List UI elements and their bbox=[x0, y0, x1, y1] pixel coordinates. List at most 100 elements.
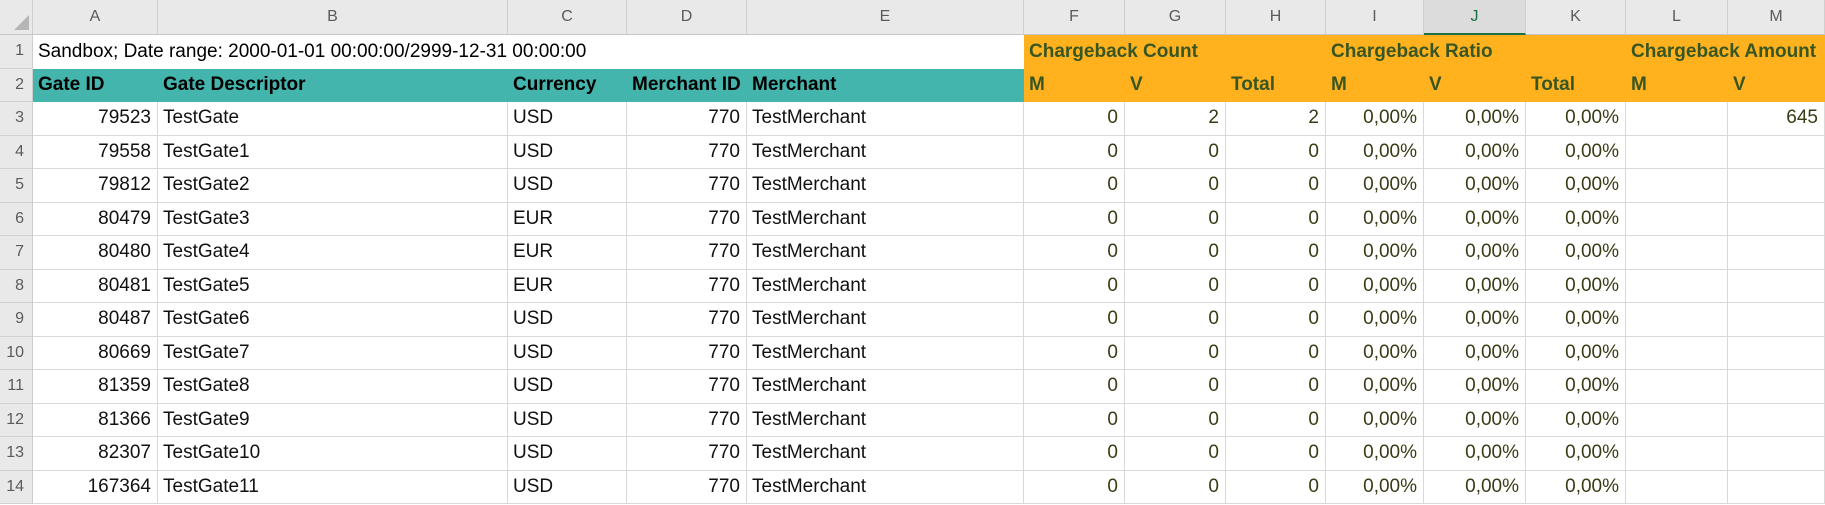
cell[interactable]: 0,00% bbox=[1424, 437, 1526, 471]
cell[interactable]: TestMerchant bbox=[747, 136, 1024, 170]
column-header-c[interactable]: C bbox=[508, 0, 627, 35]
row-number[interactable]: 6 bbox=[0, 203, 33, 237]
cell[interactable]: 0,00% bbox=[1526, 370, 1626, 404]
column-header-g[interactable]: G bbox=[1125, 0, 1226, 35]
cell[interactable]: 0,00% bbox=[1424, 404, 1526, 438]
cell[interactable]: 0 bbox=[1226, 169, 1326, 203]
cell[interactable]: 0 bbox=[1125, 404, 1226, 438]
cell[interactable]: 770 bbox=[627, 404, 747, 438]
cell[interactable]: EUR bbox=[508, 203, 627, 237]
sub-header-v[interactable]: V bbox=[1424, 69, 1526, 103]
column-header-gate-id[interactable]: Gate ID bbox=[33, 69, 158, 103]
column-header-currency[interactable]: Currency bbox=[508, 69, 627, 103]
cell[interactable]: 0 bbox=[1024, 370, 1125, 404]
cell[interactable]: 0,00% bbox=[1526, 136, 1626, 170]
cell[interactable]: 82307 bbox=[33, 437, 158, 471]
column-header-e[interactable]: E bbox=[747, 0, 1024, 35]
row-number[interactable]: 2 bbox=[0, 69, 33, 103]
cell[interactable]: 0 bbox=[1125, 270, 1226, 304]
cell[interactable] bbox=[1728, 203, 1825, 237]
cell[interactable] bbox=[1728, 404, 1825, 438]
cell[interactable]: 0,00% bbox=[1424, 102, 1526, 136]
cell[interactable] bbox=[1626, 203, 1728, 237]
cell[interactable]: 0 bbox=[1125, 236, 1226, 270]
cell[interactable]: 0 bbox=[1125, 136, 1226, 170]
cell[interactable]: TestMerchant bbox=[747, 270, 1024, 304]
cell[interactable]: 79523 bbox=[33, 102, 158, 136]
cell[interactable]: 0 bbox=[1024, 102, 1125, 136]
row-number[interactable]: 14 bbox=[0, 471, 33, 505]
cell[interactable]: TestMerchant bbox=[747, 169, 1024, 203]
cell[interactable] bbox=[1728, 471, 1825, 505]
cell[interactable]: 0 bbox=[1226, 404, 1326, 438]
cell[interactable]: 0 bbox=[1125, 303, 1226, 337]
cell[interactable]: 0,00% bbox=[1326, 236, 1424, 270]
column-header-d[interactable]: D bbox=[627, 0, 747, 35]
sub-header-total[interactable]: Total bbox=[1526, 69, 1626, 103]
cell[interactable]: EUR bbox=[508, 270, 627, 304]
cell[interactable]: 0 bbox=[1226, 303, 1326, 337]
cell[interactable]: 81366 bbox=[33, 404, 158, 438]
cell[interactable]: TestGate11 bbox=[158, 471, 508, 505]
cell[interactable] bbox=[1626, 471, 1728, 505]
cell[interactable] bbox=[1626, 236, 1728, 270]
cell[interactable] bbox=[1728, 169, 1825, 203]
cell[interactable]: 2 bbox=[1226, 102, 1326, 136]
column-header-f[interactable]: F bbox=[1024, 0, 1125, 35]
cell[interactable]: USD bbox=[508, 136, 627, 170]
cell[interactable]: 0,00% bbox=[1424, 236, 1526, 270]
row-number[interactable]: 3 bbox=[0, 102, 33, 136]
cell[interactable]: 0,00% bbox=[1526, 203, 1626, 237]
group-header-chargeback-count[interactable]: Chargeback Count bbox=[1024, 35, 1326, 69]
cell[interactable]: 0,00% bbox=[1526, 270, 1626, 304]
cell[interactable]: 0 bbox=[1125, 437, 1226, 471]
cell[interactable]: TestGate8 bbox=[158, 370, 508, 404]
cell[interactable]: 0,00% bbox=[1424, 471, 1526, 505]
column-header-b[interactable]: B bbox=[158, 0, 508, 35]
cell[interactable]: 0,00% bbox=[1326, 203, 1424, 237]
cell[interactable]: 0 bbox=[1226, 337, 1326, 371]
cell[interactable] bbox=[1626, 337, 1728, 371]
cell[interactable]: USD bbox=[508, 437, 627, 471]
cell[interactable]: TestMerchant bbox=[747, 203, 1024, 237]
cell[interactable]: 770 bbox=[627, 169, 747, 203]
row-number[interactable]: 13 bbox=[0, 437, 33, 471]
cell[interactable]: 0,00% bbox=[1526, 169, 1626, 203]
cell[interactable]: 0,00% bbox=[1326, 370, 1424, 404]
cell[interactable]: 0,00% bbox=[1526, 303, 1626, 337]
row-number[interactable]: 4 bbox=[0, 136, 33, 170]
cell[interactable]: USD bbox=[508, 337, 627, 371]
cell[interactable]: 0,00% bbox=[1526, 236, 1626, 270]
cell[interactable]: 0,00% bbox=[1526, 337, 1626, 371]
banner-cell[interactable]: Sandbox; Date range: 2000-01-01 00:00:00… bbox=[33, 35, 1024, 69]
column-header-i[interactable]: I bbox=[1326, 0, 1424, 35]
column-header-a[interactable]: A bbox=[33, 0, 158, 35]
cell[interactable]: 770 bbox=[627, 471, 747, 505]
cell[interactable]: 0 bbox=[1226, 471, 1326, 505]
cell[interactable] bbox=[1626, 102, 1728, 136]
cell[interactable]: 81359 bbox=[33, 370, 158, 404]
row-number[interactable]: 9 bbox=[0, 303, 33, 337]
sub-header-m[interactable]: M bbox=[1326, 69, 1424, 103]
row-number[interactable]: 8 bbox=[0, 270, 33, 304]
cell[interactable]: TestMerchant bbox=[747, 370, 1024, 404]
cell[interactable]: 167364 bbox=[33, 471, 158, 505]
cell[interactable]: 79812 bbox=[33, 169, 158, 203]
cell[interactable]: 0 bbox=[1226, 270, 1326, 304]
cell[interactable]: 0,00% bbox=[1326, 270, 1424, 304]
sub-header-v[interactable]: V bbox=[1125, 69, 1226, 103]
cell[interactable]: TestMerchant bbox=[747, 437, 1024, 471]
cell[interactable]: TestGate bbox=[158, 102, 508, 136]
cell[interactable]: TestMerchant bbox=[747, 404, 1024, 438]
cell[interactable] bbox=[1626, 370, 1728, 404]
cell[interactable] bbox=[1728, 303, 1825, 337]
cell[interactable]: TestMerchant bbox=[747, 102, 1024, 136]
cell[interactable]: USD bbox=[508, 169, 627, 203]
row-number[interactable]: 11 bbox=[0, 370, 33, 404]
select-all-corner[interactable] bbox=[0, 0, 33, 35]
cell[interactable]: 0 bbox=[1125, 337, 1226, 371]
cell[interactable]: 770 bbox=[627, 303, 747, 337]
cell[interactable]: TestGate4 bbox=[158, 236, 508, 270]
cell[interactable]: 0,00% bbox=[1424, 337, 1526, 371]
cell[interactable]: TestMerchant bbox=[747, 471, 1024, 505]
